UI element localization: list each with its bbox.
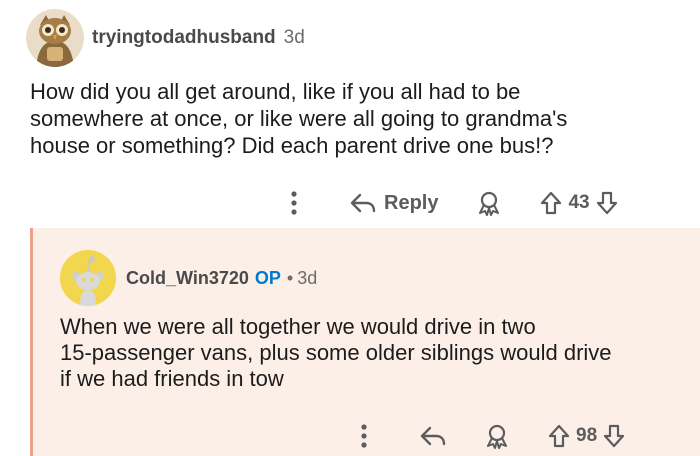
snoo-avatar-icon (60, 250, 116, 306)
reply-body: When we were all together we would drive… (60, 314, 690, 392)
award-icon (479, 191, 500, 216)
reply-arrow-icon (350, 193, 376, 213)
comment-age: 3d (283, 27, 305, 48)
downvote-button[interactable] (596, 191, 618, 215)
reply-button[interactable] (420, 426, 446, 446)
upvote-button[interactable] (540, 191, 562, 215)
reply-age: 3d (297, 267, 318, 288)
comment-body-line: How did you all get around, like if you … (30, 79, 521, 104)
reply-body-line: When we were all together we would drive… (60, 314, 536, 339)
downvote-arrow-icon (596, 191, 617, 215)
reply-meta: Cold_Win3720 OP • 3d (126, 268, 317, 289)
more-options-button[interactable] (350, 418, 378, 454)
vertical-ellipsis-icon (291, 191, 297, 215)
reply-avatar[interactable] (60, 250, 116, 306)
reply-header: Cold_Win3720 OP • 3d (60, 250, 317, 306)
vertical-ellipsis-icon (361, 424, 367, 448)
meta-separator: • (286, 267, 294, 288)
downvote-button[interactable] (603, 424, 625, 448)
reply-arrow-icon (420, 426, 446, 446)
comment-body-line: house or something? Did each parent driv… (30, 133, 554, 158)
award-button[interactable] (476, 190, 502, 216)
comment-body-line: somewhere at once, or like were all goin… (30, 106, 568, 131)
reply-body-line: if we had friends in tow (60, 366, 284, 391)
upvote-arrow-icon (541, 191, 562, 215)
thread-line[interactable] (30, 228, 33, 456)
reply-score: 98 (576, 425, 598, 446)
upvote-button[interactable] (548, 424, 570, 448)
owl-avatar-icon (26, 9, 84, 67)
comment-header: tryingtodadhusband 3d (26, 8, 305, 68)
award-icon (487, 424, 507, 449)
comment-score: 43 (568, 192, 590, 213)
more-options-button[interactable] (280, 185, 308, 221)
upvote-arrow-icon (548, 424, 570, 448)
award-button[interactable] (484, 423, 510, 449)
comment-meta: tryingtodadhusband 3d (92, 27, 305, 49)
reply-button-label: Reply (384, 191, 439, 214)
user-avatar[interactable] (26, 9, 84, 67)
op-badge: OP (254, 267, 281, 288)
reply-body-line: 15-passenger vans, plus some older sibli… (60, 340, 612, 365)
comment-actions: Reply 43 (280, 184, 618, 222)
comment-username[interactable]: tryingtodadhusband (92, 27, 276, 49)
reply-actions: 98 (350, 418, 625, 454)
comment-thread: tryingtodadhusband 3d How did you all ge… (0, 0, 700, 456)
downvote-arrow-icon (604, 424, 625, 448)
reply-button[interactable]: Reply (350, 192, 438, 215)
reply-username[interactable]: Cold_Win3720 (126, 268, 249, 289)
comment-body: How did you all get around, like if you … (30, 78, 670, 159)
